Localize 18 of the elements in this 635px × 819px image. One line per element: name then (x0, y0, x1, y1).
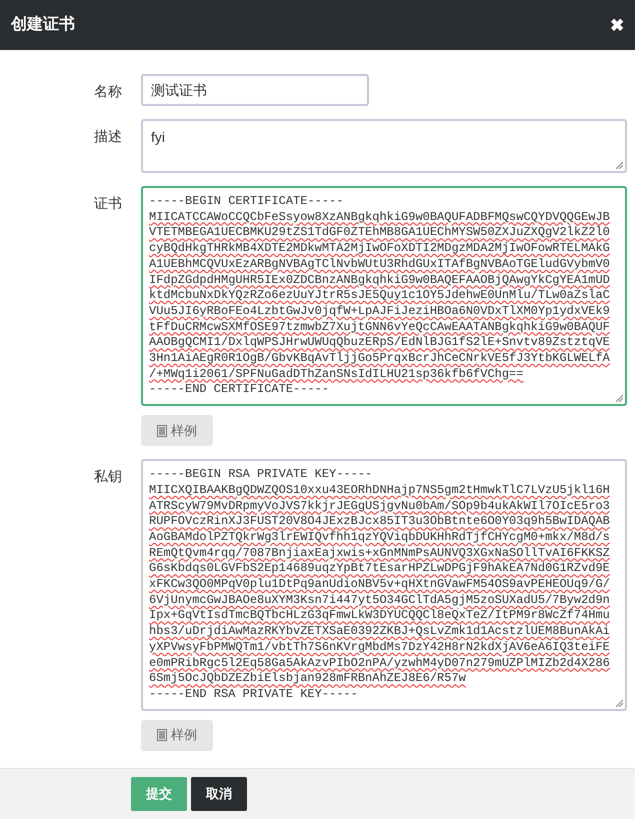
sample-button[interactable]: 样例 (141, 720, 213, 751)
cancel-button[interactable]: 取消 (191, 777, 247, 811)
sample-button[interactable]: 样例 (141, 415, 213, 446)
description-field[interactable]: fyi (141, 119, 627, 173)
document-icon (157, 729, 167, 742)
resize-handle-icon[interactable] (615, 394, 623, 402)
field-label: 名称 (94, 82, 122, 101)
name-field[interactable]: 测试证书 (141, 74, 369, 106)
close-button[interactable]: ✖ (610, 16, 624, 34)
resize-handle-icon[interactable] (615, 698, 623, 707)
dialog-title: 创建证书 (11, 14, 75, 35)
resize-handle-icon[interactable] (615, 161, 623, 169)
field-label: 私钥 (94, 467, 122, 486)
field-label: 证书 (94, 194, 122, 213)
code-field[interactable]: -----BEGIN RSA PRIVATE KEY----- MIICXQIBAAKBgQDWZQOS10xxu43EORhDNHajp7NS5gm2tHmwkTlC7LVzU5jkl16H ATRScyW79MvDRpmyVoJVS7kkjrJEGgUSjgvNu0bAm/SOp9b4ukAkWIl7OIcE5ro3 RUPFOVczRinXJ3FUST20V8O4JExzBJcx85IT3u3ObBtnte6O0Y03q9h5BwIDAQAB AoGBAMdolPZTQkrWg3lrEWIQvfhh1qzYQViqbDUKHhRdTjfCHYcgM0+mkx/M8d/s REmQtQvm4rqq/7087BnjiaxEajxwis+xGnMNmPsAUNVQ3XGxNaSOllTvAI6FKKSZ G6sKbdqs0LGVFbS2Ep14689uqzYpBt7tEsarHPZLwDPGjF9hAkEA7Nd0G1RZvd9E xFKCw3QO0MPqV0plu1DtPq9anUdioNBV5v+qHXtnGVawFM54OS9avPEHEOUq9/G/ 6VjUnymcGwJBAOe8uXYM3Ksn7i447yt5O34GClTdA5gjM5zoSUXadU5/7Byw2d9n Ipx+GqVtIsdTmcBQTbcHLzG3qFmwLkW3DYUCQQCl8eQxTeZ/ItPM9r8WcZf74Hmu hbs3/uDrjdiAwMazRKYbvZETXSaE0392ZKBJ+QsLvZmk1d1AcstzlUEM8BunAkAi yXPVwsyFbPMWQTm1/vbtTh7S6nKVrgMbdMs7DzY42H8rN2kdXjAV6eA6IQ3teiFE e0mPRibRgc5l2Eq58Ga5AkAzvPIbO2nPA/yzwhM4yD07n279mUZPlMIZb2d4X286 6Smj5OcJQbDZEZbiElsbjan928mFRBnAhZEJ8E6/R57w -----END RSA PRIVATE KEY----- (141, 459, 627, 711)
field-label: 描述 (94, 127, 122, 146)
code-field[interactable]: -----BEGIN CERTIFICATE----- MIICATCCAWoCCQCbFeSsyow8XzANBgkqhkiG9w0BAQUFADBFMQswCQYDVQQGEwJB VTETMBEGA1UECBMKU29tZS1TdGF0ZTEhMB8GA1UEChMYSW50ZXJuZXQgV2lkZ2l0 cyBQdHkgTHRkMB4XDTE2MDkwMTA2MjIwOFoXDTI2MDgzMDA2MjIwOFowRTELMAkG A1UEBhMCQVUxEzARBgNVBAgTClNvbWUtU3RhdGUxITAfBgNVBAoTGEludGVybmV0 IFdpZGdpdHMgUHR5IEx0ZDCBnzANBgkqhkiG9w0BAQEFAAOBjQAwgYkCgYEA1mUD ktdMcbuNxDkYQzRZo6ezUuYJtrR5sJE5Quy1c1OY5JdehwE0UnMlu/TLw0aZslaC VUu5JI6yRBoFEo4LzbtGwJv0jqfW+LpAJFiJeziHBOa6N0VDxTlXM0Yp1ydxVEk9 tFfDuCRMcwSXMfOSE97tzmwbZ7XujtGNN6vYeQcCAwEAATANBgkqhkiG9w0BAQUF AAOBgQCMI1/DxlqWPSJHrwUWUqQbuzERpS/EdNlBJG1fS2lE+Snvtv89ZstztqVE 3Hn1AiAEgR0R1OgB/GbvKBqAvTljjGo5PrqxBcrJhCeCNrkVE5fJ3YtbKGLWELfA /+MWq1i2061/SPFNuGadDThZanSNsIdILHU21sp36kfb6fVChg== -----END CERTIFICATE----- (141, 186, 627, 406)
document-icon (157, 424, 167, 437)
